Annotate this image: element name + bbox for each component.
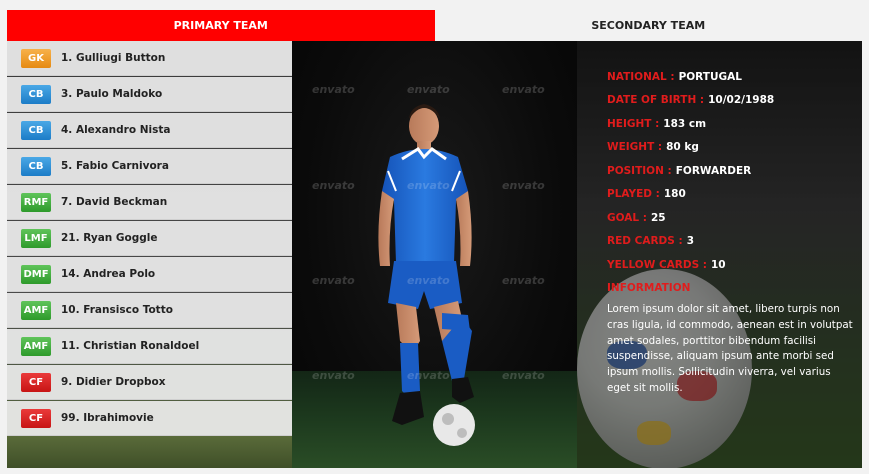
watermark: envato [407,369,450,382]
watermark: envato [312,179,355,192]
watermark: envato [407,83,450,96]
detail-label: DATE OF BIRTH : [607,94,705,107]
detail-information: INFORMATION [607,277,855,301]
detail-red-cards: RED CARDS :3 [607,230,855,254]
player-name: 11. Christian Ronaldoel [61,340,200,352]
detail-label: RED CARDS : [607,235,683,248]
team-tabs: PRIMARY TEAM SECONDARY TEAM [7,10,862,41]
player-row[interactable]: GK 1. Gulliugi Button [7,41,292,76]
player-name: 3. Paulo Maldoko [61,88,163,100]
position-badge: CB [21,120,51,140]
position-badge: CF [21,372,51,392]
player-name: 9. Didier Dropbox [61,376,166,388]
detail-label: GOAL : [607,211,647,224]
position-badge: CB [21,156,51,176]
detail-value: 10 [711,258,726,271]
detail-height: HEIGHT :183 cm [607,112,855,136]
watermark: envato [502,274,545,287]
player-details: NATIONAL : PORTUGAL DATE OF BIRTH :10/02/… [607,65,855,397]
detail-yellow-cards: YELLOW CARDS : 10 [607,253,855,277]
detail-value: 10/02/1988 [708,94,775,107]
position-badge: LMF [21,228,51,248]
player-row[interactable]: AMF 11. Christian Ronaldoel [7,329,292,364]
player-description: Lorem ipsum dolor sit amet, libero turpi… [607,303,853,394]
player-row[interactable]: CB 5. Fabio Carnivora [7,149,292,184]
player-row[interactable]: DMF 14. Andrea Polo [7,257,292,292]
detail-value: 180 [663,188,686,201]
position-badge: AMF [21,300,51,320]
tab-primary-team[interactable]: PRIMARY TEAM [7,10,435,41]
player-row[interactable]: CF 99. Ibrahimovie [7,401,292,436]
detail-value: 80 kg [666,141,699,154]
position-badge: CB [21,84,51,104]
detail-label: HEIGHT : [607,117,660,130]
detail-label: INFORMATION [607,282,691,295]
detail-weight: WEIGHT :80 kg [607,136,855,160]
watermark: envato [407,274,450,287]
detail-label: POSITION : [607,164,672,177]
player-info-panel: NATIONAL : PORTUGAL DATE OF BIRTH :10/02/… [577,41,862,468]
watermark: envato [502,83,545,96]
player-figure [378,104,475,446]
detail-goal: GOAL :25 [607,206,855,230]
detail-value: 3 [686,235,694,248]
detail-played: PLAYED :180 [607,183,855,207]
detail-position: POSITION : FORWARDER [607,159,855,183]
position-badge: AMF [21,336,51,356]
player-name: 99. Ibrahimovie [61,412,154,424]
detail-value: PORTUGAL [678,70,742,83]
player-row[interactable]: CB 3. Paulo Maldoko [7,77,292,112]
player-name: 10. Fransisco Totto [61,304,173,316]
detail-value: 183 cm [663,117,707,130]
detail-nationality: NATIONAL : PORTUGAL [607,65,855,89]
player-name: 5. Fabio Carnivora [61,160,169,172]
player-photo: envato envato envato envato envato envat… [292,41,577,468]
detail-dob: DATE OF BIRTH :10/02/1988 [607,89,855,113]
watermark: envato [312,369,355,382]
player-name: 4. Alexandro Nista [61,124,171,136]
player-name: 1. Gulliugi Button [61,52,166,64]
tab-secondary-team[interactable]: SECONDARY TEAM [434,10,862,41]
watermark: envato [312,83,355,96]
detail-label: PLAYED : [607,188,660,201]
watermark: envato [407,179,450,192]
player-row[interactable]: CF 9. Didier Dropbox [7,365,292,400]
player-row[interactable]: RMF 7. David Beckman [7,185,292,220]
player-row[interactable]: CB 4. Alexandro Nista [7,113,292,148]
detail-label: WEIGHT : [607,141,663,154]
team-panel: GK 1. Gulliugi Button CB 3. Paulo Maldoko CB… [7,41,862,468]
player-name: 21. Ryan Goggle [61,232,158,244]
position-badge: RMF [21,192,51,212]
detail-value: FORWARDER [675,164,752,177]
watermark: envato [502,179,545,192]
player-row[interactable]: LMF 21. Ryan Goggle [7,221,292,256]
position-badge: CF [21,408,51,428]
player-list: GK 1. Gulliugi Button CB 3. Paulo Maldoko CB… [7,41,292,468]
detail-label: NATIONAL : [607,70,675,83]
detail-value: 25 [650,211,666,224]
list-background-field [7,436,292,468]
player-row[interactable]: AMF 10. Fransisco Totto [7,293,292,328]
detail-label: YELLOW CARDS : [607,258,707,271]
watermark: envato [312,274,355,287]
player-name: 14. Andrea Polo [61,268,156,280]
position-badge: DMF [21,264,51,284]
watermark: envato [502,369,545,382]
player-name: 7. David Beckman [61,196,168,208]
position-badge: GK [21,48,51,68]
